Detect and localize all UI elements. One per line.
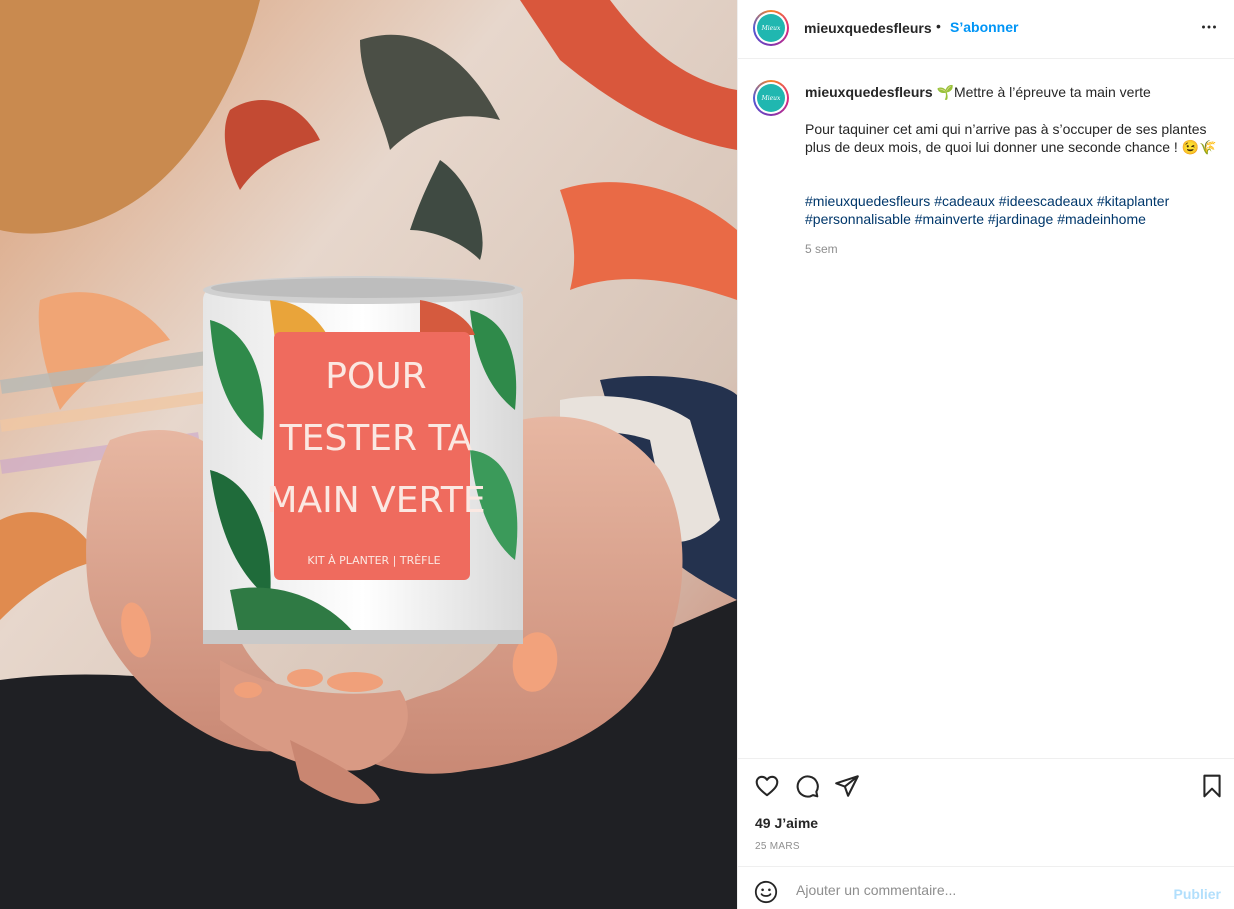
- hashtag-link[interactable]: #madeinhome: [1057, 211, 1146, 227]
- post-age[interactable]: 5 sem: [805, 242, 838, 256]
- hashtag-link[interactable]: #mainverte: [915, 211, 984, 227]
- caption-title: Mettre à l’épreuve ta main verte: [953, 84, 1151, 100]
- hashtag-link[interactable]: #mieuxquedesfleurs: [805, 193, 930, 209]
- action-bar: 49 J’aime 25 MARS: [738, 758, 1234, 867]
- can-label-line-2: TESTER TA: [279, 418, 473, 459]
- hashtag-link[interactable]: #kitaplanter: [1097, 193, 1169, 209]
- caption-avatar-logo: Mieux: [757, 84, 785, 112]
- caption-username[interactable]: mieuxquedesfleurs: [805, 84, 933, 100]
- can-label-line-3: MAIN VERTE: [266, 480, 485, 521]
- caption-area: Mieux mieuxquedesfleurs 🌱Mettre à l’épre…: [738, 60, 1234, 758]
- avatar[interactable]: Mieux: [753, 10, 789, 46]
- hashtag-link[interactable]: #ideescadeaux: [999, 193, 1093, 209]
- follow-button[interactable]: S’abonner: [950, 19, 1018, 35]
- separator-dot: •: [936, 18, 941, 34]
- comment-icon[interactable]: [794, 773, 820, 799]
- caption-avatar[interactable]: Mieux: [753, 80, 789, 116]
- hashtag-link[interactable]: #jardinage: [988, 211, 1053, 227]
- post-image[interactable]: POUR TESTER TA MAIN VERTE KIT À PLANTER …: [0, 0, 737, 909]
- comment-box: Publier: [738, 866, 1234, 909]
- avatar-logo: Mieux: [757, 14, 785, 42]
- can-label-small: KIT À PLANTER | TRÈFLE: [307, 554, 440, 567]
- post-date[interactable]: 25 MARS: [755, 841, 800, 852]
- post-panel: Mieux mieuxquedesfleurs • S’abonner Mieu…: [737, 0, 1234, 909]
- hashtag-list: #mieuxquedesfleurs #cadeaux #ideescadeau…: [805, 192, 1230, 228]
- sprout-emoji: 🌱: [936, 84, 954, 100]
- bookmark-icon[interactable]: [1199, 773, 1225, 799]
- caption-heading: mieuxquedesfleurs 🌱Mettre à l’épreuve ta…: [805, 84, 1151, 101]
- publish-button[interactable]: Publier: [1174, 886, 1221, 902]
- smiley-icon[interactable]: [754, 880, 778, 904]
- hashtag-link[interactable]: #cadeaux: [934, 193, 995, 209]
- can-label-line-1: POUR: [325, 356, 426, 397]
- post-header: Mieux mieuxquedesfleurs • S’abonner: [738, 0, 1234, 59]
- caption-body: Pour taquiner cet ami qui n’arrive pas à…: [805, 121, 1217, 155]
- header-username[interactable]: mieuxquedesfleurs: [804, 20, 932, 36]
- like-count[interactable]: 49 J’aime: [755, 815, 818, 831]
- hashtag-link[interactable]: #personnalisable: [805, 211, 911, 227]
- heart-icon[interactable]: [754, 773, 780, 799]
- comment-input[interactable]: [794, 877, 1158, 903]
- share-icon[interactable]: [834, 773, 860, 799]
- more-options-icon[interactable]: [1198, 16, 1220, 43]
